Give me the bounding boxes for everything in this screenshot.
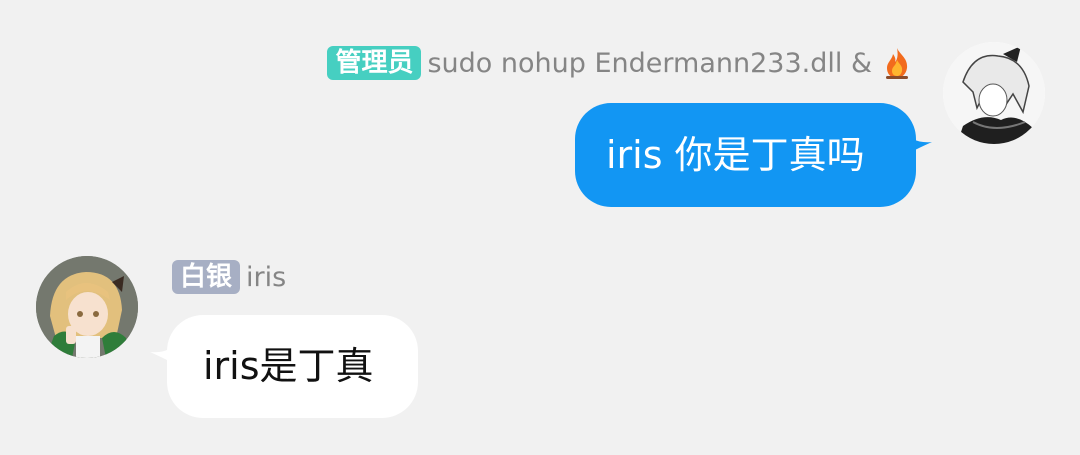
avatar[interactable]: [36, 256, 138, 358]
sender-name[interactable]: iris: [246, 262, 286, 293]
message-meta: 管理员 sudo nohup Endermann233.dll &: [327, 44, 912, 82]
message-bubble[interactable]: iris 你是丁真吗: [575, 103, 916, 207]
anime-avatar-image: [36, 256, 138, 358]
sender-name[interactable]: sudo nohup Endermann233.dll &: [427, 48, 872, 79]
bubble-tail: [904, 130, 932, 156]
fire-icon: [886, 48, 908, 79]
avatar[interactable]: [943, 42, 1045, 144]
message-bubble[interactable]: iris是丁真: [167, 315, 418, 418]
anime-avatar-image: [943, 42, 1045, 144]
role-badge: 管理员: [327, 46, 422, 80]
rank-badge: 白银: [172, 260, 241, 294]
message-meta: 白银 iris: [172, 258, 286, 296]
